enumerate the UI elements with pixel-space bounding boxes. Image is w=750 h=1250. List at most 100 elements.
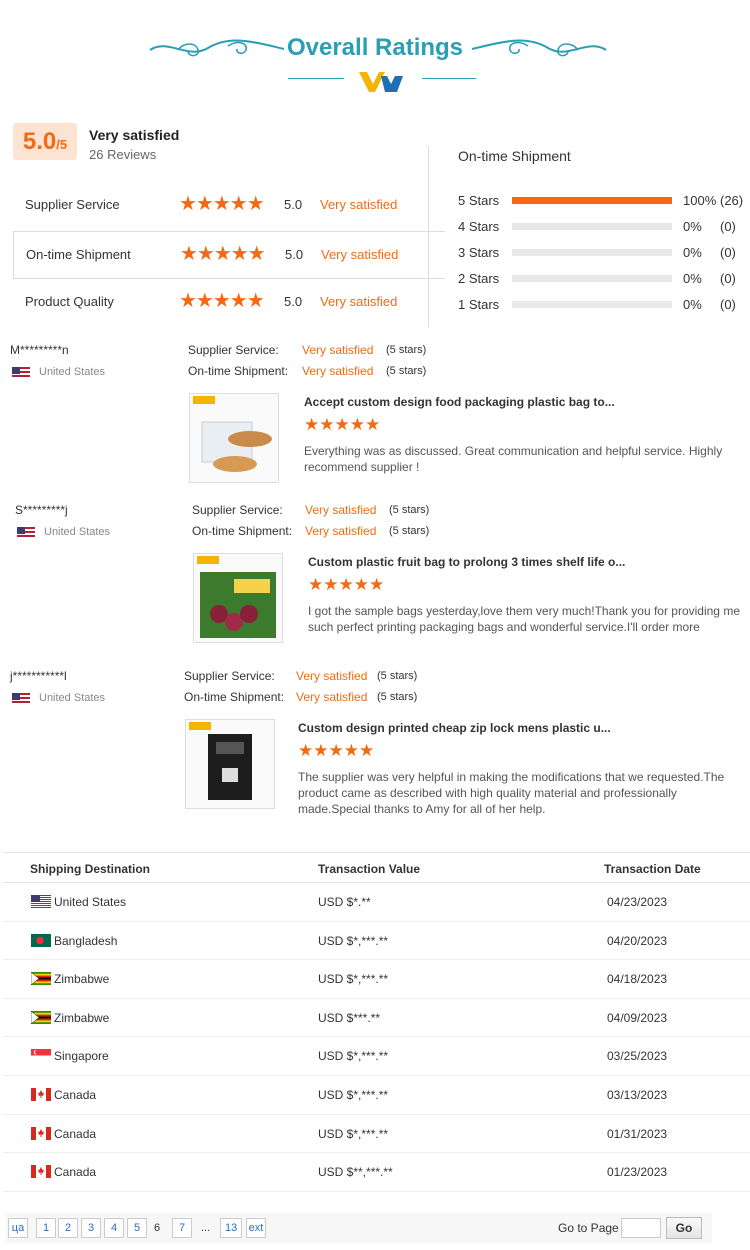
distribution-percent: 0% (683, 219, 702, 234)
rating-row-product-quality: Product Quality ★★★★★ 5.0 Very satisfied (13, 279, 445, 327)
ca-flag-icon (31, 1126, 51, 1140)
rating-stars: ★★★★★ (179, 193, 265, 215)
on-time-shipment-stars: (5 stars) (389, 525, 430, 537)
zw-flag-icon (30, 1010, 51, 1025)
page-button-5[interactable]: 5 (127, 1218, 147, 1238)
page-button-7[interactable]: 7 (172, 1218, 192, 1238)
brand-logo (359, 72, 403, 92)
table-row: Canada USD $**,***.** 01/23/2023 (3, 1153, 750, 1192)
prev-page-button[interactable]: ца (8, 1218, 28, 1238)
ca-flag-icon (31, 1087, 51, 1101)
goto-page-input[interactable] (621, 1218, 661, 1238)
table-row: Canada USD $*,***.** 03/13/2023 (3, 1076, 750, 1115)
product-title-link[interactable]: Custom design printed cheap zip lock men… (298, 721, 611, 735)
review-stars: ★★★★★ (304, 415, 381, 434)
value-cell: USD $***.** (318, 1010, 381, 1025)
rating-text: Very satisfied (321, 247, 399, 262)
review-text: The supplier was very helpful in making … (298, 770, 725, 816)
date-cell: 01/31/2023 (607, 1126, 668, 1141)
rating-label: On-time Shipment (26, 247, 131, 262)
us-flag-icon (12, 367, 30, 379)
date-cell: 04/23/2023 (607, 895, 668, 909)
date-cell: 01/23/2023 (607, 1165, 668, 1180)
reviewer-name: j***********l (10, 669, 67, 683)
sg-flag-icon (31, 1049, 51, 1063)
date-cell: 03/13/2023 (607, 1087, 668, 1102)
overall-score-badge: 5.0/5 (13, 123, 77, 160)
header-transaction-date: Transaction Date (604, 862, 701, 876)
distribution-percent: 0% (683, 271, 702, 286)
page-button-3[interactable]: 3 (81, 1218, 101, 1238)
value-cell: USD $**,***.** (318, 1165, 393, 1180)
supplier-service-label: Supplier Service: (188, 343, 279, 357)
distribution-percent: 0% (683, 245, 702, 260)
distribution-bar-fill (512, 197, 672, 204)
page-button-1[interactable]: 1 (36, 1218, 56, 1238)
pagination: ца 1 2 3 4 5 6 7 ... 13 ext Go to Page G… (6, 1213, 712, 1243)
product-image[interactable] (189, 393, 279, 483)
distribution-bar (512, 223, 672, 230)
overall-score: 5.0 (22, 128, 57, 155)
page-button-2[interactable]: 2 (58, 1218, 78, 1238)
us-flag-icon (31, 895, 51, 908)
table-header: Shipping Destination Transaction Value T… (3, 852, 750, 883)
date-cell: 03/25/2023 (607, 1049, 668, 1064)
rating-row-on-time-shipment[interactable]: On-time Shipment ★★★★★ 5.0 Very satisfie… (13, 231, 445, 279)
zw-flag-icon (30, 971, 51, 986)
rating-value: 5.0 (284, 197, 303, 212)
supplier-service-stars: (5 stars) (377, 670, 418, 682)
distribution-label: 4 Stars (458, 219, 500, 234)
page-title: Overall Ratings (286, 34, 464, 61)
value-cell: USD $*,***.** (318, 933, 389, 948)
score-suffix: /5 (56, 137, 68, 152)
value-cell: USD $*,***.** (318, 1049, 389, 1064)
distribution-count: (0) (720, 245, 736, 260)
destination-cell: Bangladesh (54, 933, 118, 948)
on-time-shipment-stars: (5 stars) (377, 691, 418, 703)
supplier-service-label: Supplier Service: (184, 669, 275, 683)
pagination-ellipsis: ... (201, 1222, 211, 1234)
page-button-4[interactable]: 4 (104, 1218, 124, 1238)
distribution-row: 4 Stars 0% (0) (458, 219, 748, 235)
product-title-link[interactable]: Custom plastic fruit bag to prolong 3 ti… (308, 555, 625, 569)
distribution-count: (0) (720, 271, 736, 286)
rating-value: 5.0 (284, 294, 303, 309)
on-time-shipment-label: On-time Shipment: (184, 690, 285, 704)
reviewer-country: United States (39, 692, 106, 704)
table-row: Bangladesh USD $*,***.** 04/20/2023 (3, 922, 750, 961)
supplier-service-label: Supplier Service: (192, 503, 283, 517)
distribution-count: (26) (720, 193, 744, 208)
on-time-shipment-value: Very satisfied (305, 524, 377, 538)
rating-row-supplier-service: Supplier Service ★★★★★ 5.0 Very satisfie… (13, 182, 445, 230)
distribution-bar (512, 249, 672, 256)
us-flag-icon (12, 693, 30, 705)
distribution-label: 3 Stars (458, 245, 500, 260)
rating-stars: ★★★★★ (179, 290, 265, 312)
header-rule-right (422, 78, 476, 79)
review-count: 26 Reviews (89, 147, 157, 162)
product-image[interactable] (193, 553, 283, 643)
distribution-row: 1 Stars 0% (0) (458, 297, 748, 313)
value-cell: USD $*,***.** (318, 1126, 389, 1141)
current-page: 6 (154, 1222, 161, 1234)
header-shipping-destination: Shipping Destination (30, 862, 150, 876)
go-button[interactable]: Go (666, 1217, 702, 1239)
review-stars: ★★★★★ (308, 575, 385, 594)
summary-divider (428, 146, 429, 327)
reviewer-country: United States (39, 366, 106, 378)
product-title-link[interactable]: Accept custom design food packaging plas… (304, 395, 615, 409)
destination-cell: Canada (54, 1126, 97, 1141)
reviewer-country: United States (44, 526, 111, 538)
on-time-shipment-value: Very satisfied (302, 364, 374, 378)
next-page-button[interactable]: ext (246, 1218, 266, 1238)
date-cell: 04/20/2023 (607, 933, 668, 948)
page-button-13[interactable]: 13 (220, 1218, 243, 1238)
table-row: United States USD $*.** 04/23/2023 (3, 883, 750, 922)
destination-cell: Zimbabwe (54, 972, 110, 987)
on-time-shipment-value: Very satisfied (296, 690, 368, 704)
distribution-percent: 0% (683, 297, 702, 312)
on-time-shipment-label: On-time Shipment: (192, 524, 293, 538)
distribution-row: 5 Stars 100% (26) (458, 193, 748, 209)
product-image[interactable] (185, 719, 275, 809)
header-rule-left (288, 78, 344, 79)
